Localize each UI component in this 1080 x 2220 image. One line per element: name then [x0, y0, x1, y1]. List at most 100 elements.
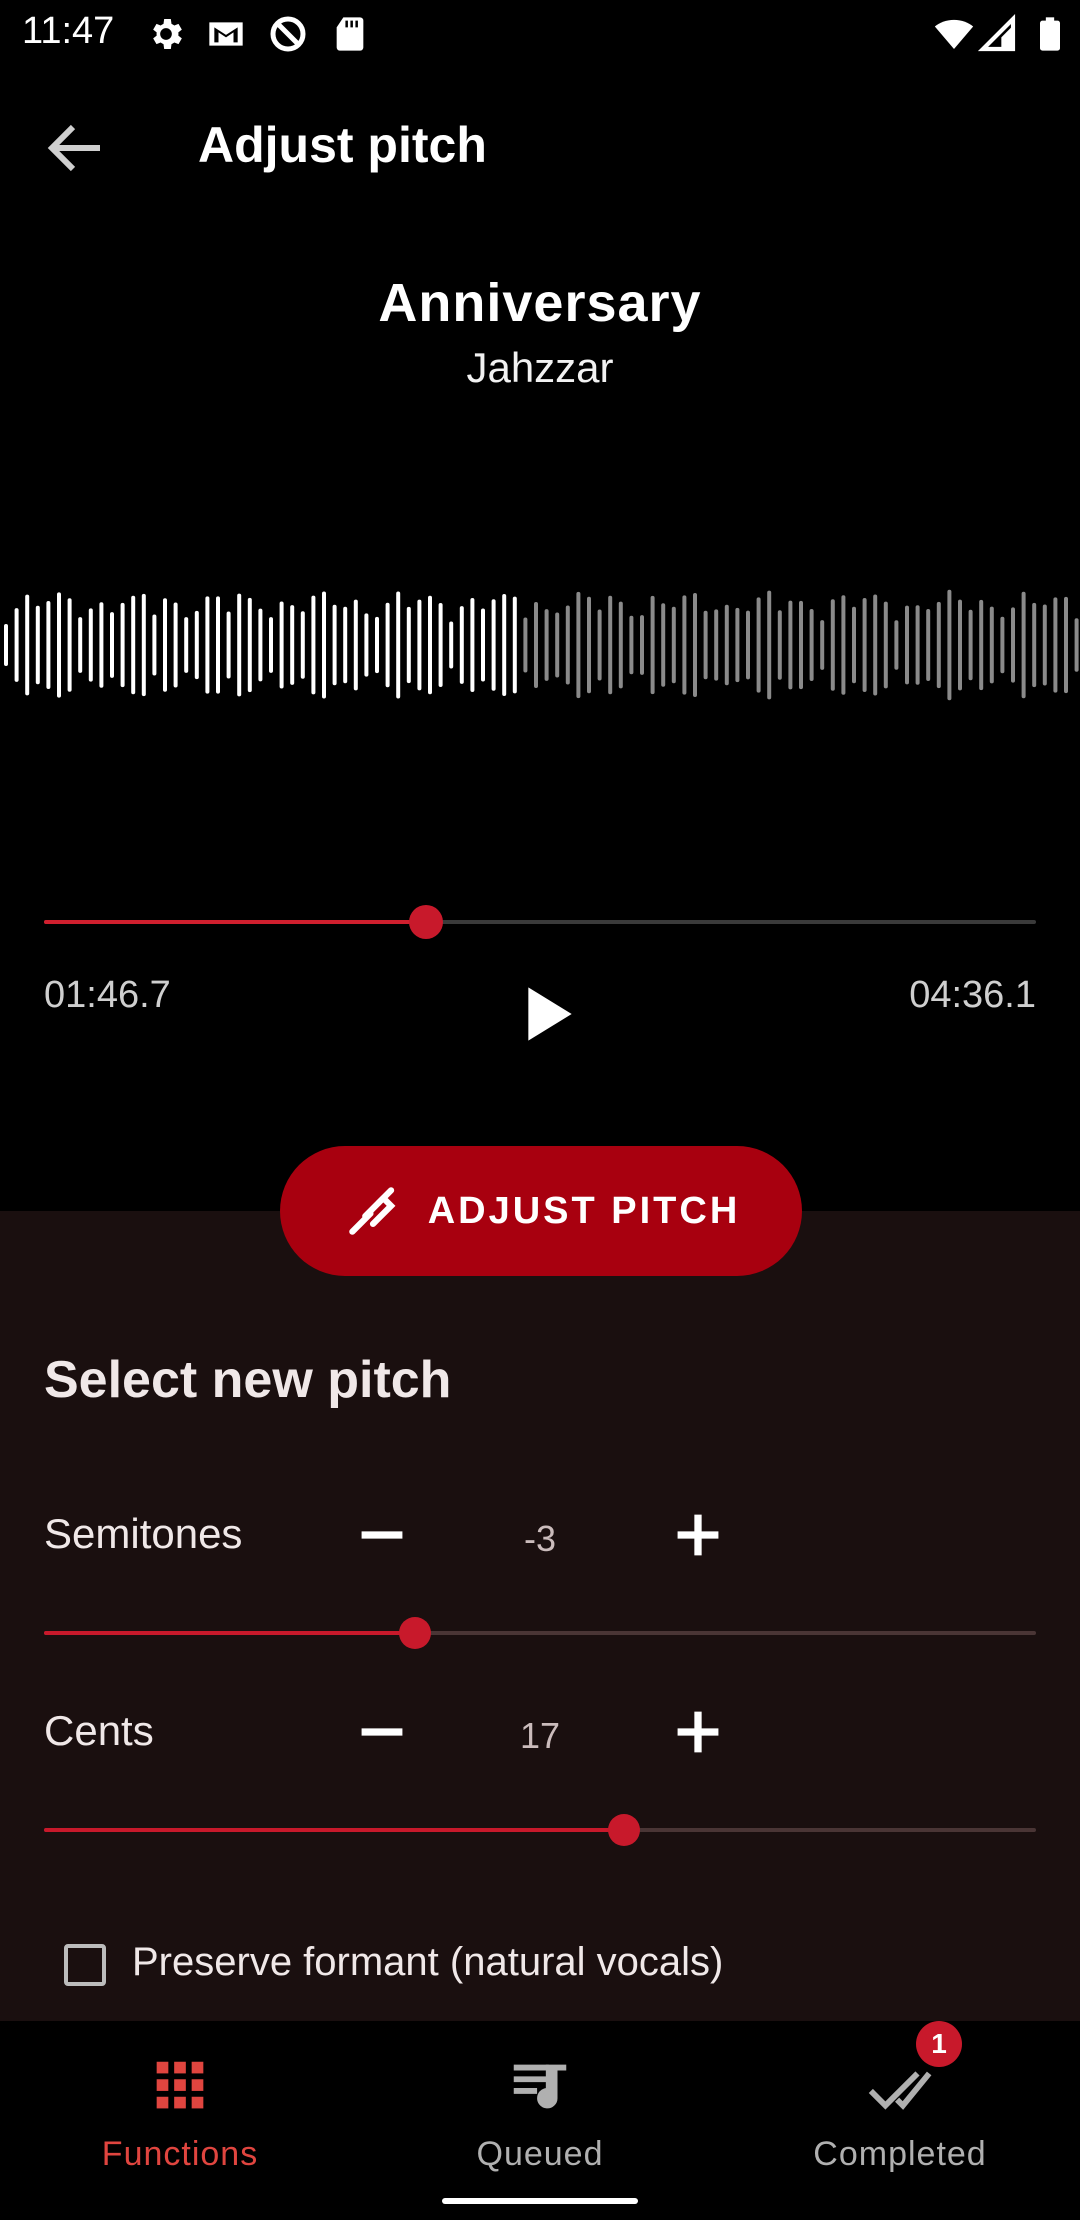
- waveform-bar: [788, 600, 793, 690]
- semitones-slider-fill: [44, 1631, 415, 1635]
- waveform-bar: [767, 590, 772, 700]
- waveform-bar: [491, 599, 496, 691]
- completed-badge: 1: [916, 2021, 962, 2067]
- tuning-fork-icon: [348, 1187, 396, 1235]
- nav-item-queued[interactable]: Queued: [360, 2021, 720, 2181]
- waveform-bar: [1032, 602, 1037, 688]
- waveform-bar: [852, 606, 856, 684]
- semitones-slider-thumb[interactable]: [399, 1617, 431, 1649]
- cents-increase-button[interactable]: [663, 1697, 733, 1767]
- waveform-bar: [78, 617, 83, 673]
- waveform-bar: [194, 610, 199, 680]
- waveform-bar: [99, 602, 104, 688]
- waveform-bar: [502, 593, 507, 697]
- waveform-bar: [735, 607, 740, 683]
- waveform-bar: [830, 599, 835, 691]
- waveform-bar: [544, 609, 549, 681]
- nav-item-functions[interactable]: Functions: [0, 2021, 360, 2181]
- adjust-pitch-button[interactable]: ADJUST PITCH: [280, 1146, 802, 1276]
- waveform-bar: [163, 598, 167, 692]
- waveform-bar: [640, 615, 644, 675]
- play-button[interactable]: [505, 974, 585, 1054]
- waveform-bar: [947, 589, 952, 701]
- waveform-bar: [4, 624, 8, 666]
- waveform-bar: [873, 594, 878, 696]
- at-sign-icon: [270, 16, 306, 52]
- waveform-bar: [279, 601, 284, 689]
- waveform-bar: [576, 591, 581, 699]
- waveform-bar: [237, 593, 242, 697]
- waveform-bar: [35, 605, 40, 685]
- preserve-formant-checkbox[interactable]: [64, 1944, 106, 1986]
- cents-slider-thumb[interactable]: [608, 1814, 640, 1846]
- waveform-bar: [862, 597, 867, 693]
- waveform-bar: [322, 591, 326, 699]
- semitones-increase-button[interactable]: [663, 1500, 733, 1570]
- waveform-bar: [173, 602, 178, 688]
- grid-icon: [156, 2061, 204, 2109]
- waveform-bar: [682, 595, 687, 695]
- waveform-bar: [428, 595, 432, 695]
- waveform-bar: [894, 620, 899, 670]
- waveform-bar: [618, 601, 623, 689]
- waveform-bar: [46, 600, 51, 690]
- waveform-bar: [364, 613, 369, 677]
- waveform-bar: [449, 621, 454, 669]
- waveform-bar: [258, 608, 263, 682]
- gmail-icon: [209, 22, 243, 46]
- waveform-bar: [290, 605, 295, 685]
- signal-icon: [978, 14, 1016, 52]
- track-artist: Jahzzar: [466, 344, 614, 391]
- semitones-label: Semitones: [44, 1510, 243, 1557]
- waveform-bar: [385, 602, 390, 688]
- cents-value: 17: [519, 1715, 561, 1756]
- semitones-decrease-button[interactable]: [347, 1500, 417, 1570]
- cents-slider-fill: [44, 1828, 624, 1832]
- play-icon: [528, 987, 572, 1041]
- seek-progress: [44, 920, 426, 924]
- waveform-bar: [523, 617, 528, 673]
- waveform-bar: [216, 596, 220, 694]
- waveform-bar: [1021, 591, 1026, 699]
- waveform-bar: [438, 602, 443, 688]
- home-indicator: [442, 2198, 638, 2204]
- waveform-bar: [247, 597, 252, 693]
- waveform-bar: [608, 595, 613, 695]
- waveform-bar: [512, 596, 517, 694]
- back-button[interactable]: [40, 112, 112, 184]
- waveform-bar: [989, 606, 994, 684]
- queue-music-icon: [513, 2064, 567, 2109]
- waveform-bar: [1053, 597, 1058, 693]
- waveform-bar: [88, 608, 93, 682]
- waveform-bar: [629, 615, 634, 675]
- select-pitch-heading: Select new pitch: [44, 1351, 452, 1409]
- waveform-bar: [650, 595, 655, 695]
- waveform-bar: [597, 609, 602, 681]
- seek-thumb[interactable]: [409, 905, 443, 939]
- waveform-bar: [459, 606, 464, 684]
- waveform-bar: [375, 616, 379, 674]
- preserve-formant-label[interactable]: Preserve formant (natural vocals): [132, 1940, 723, 1985]
- waveform-bar: [883, 601, 888, 689]
- waveform-bar: [777, 610, 782, 680]
- waveform-bar: [311, 595, 316, 695]
- waveform-bar: [915, 605, 920, 685]
- adjust-pitch-label: ADJUST PITCH: [427, 1189, 741, 1232]
- waveform-bar: [343, 606, 348, 684]
- waveform-bar: [269, 617, 273, 673]
- total-time: 04:36.1: [909, 974, 1036, 1016]
- waveform-bar: [979, 599, 984, 691]
- waveform-bar: [14, 608, 19, 682]
- waveform-bar: [841, 595, 846, 695]
- waveform-bar: [120, 602, 125, 688]
- status-time: 11:47: [22, 10, 115, 52]
- waveform[interactable]: [0, 580, 1080, 710]
- nav-item-completed[interactable]: Completed: [720, 2021, 1080, 2181]
- waveform-bar: [799, 600, 803, 690]
- waveform-bar: [958, 599, 962, 691]
- page-title: Adjust pitch: [198, 117, 487, 173]
- cents-decrease-button[interactable]: [347, 1697, 417, 1767]
- waveform-bar: [67, 598, 72, 692]
- waveform-bar: [184, 617, 189, 673]
- pitch-panel: [0, 1211, 1080, 2021]
